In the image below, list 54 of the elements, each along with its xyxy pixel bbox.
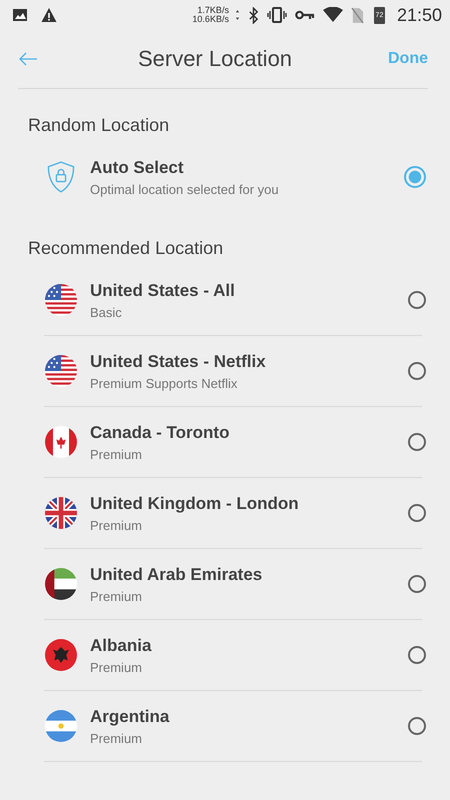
location-name: Albania: [90, 636, 152, 656]
flag-icon: [45, 426, 77, 458]
location-name: Auto Select: [90, 158, 185, 178]
shield-lock-icon: [47, 161, 75, 193]
image-icon: [12, 7, 28, 23]
flag-icon: [45, 568, 77, 600]
location-name: United Arab Emirates: [90, 564, 264, 584]
flag-icon: [45, 710, 77, 742]
location-item[interactable]: United Kingdom - London Premium: [44, 478, 422, 549]
location-item[interactable]: United States - Netflix Premium Supports Netflix: [44, 336, 422, 407]
radio-button[interactable]: [408, 504, 426, 522]
location-detail: Premium: [90, 588, 144, 604]
radio-button[interactable]: [408, 362, 426, 380]
clock-time: 21:50: [396, 4, 442, 26]
bluetooth-icon: [248, 6, 259, 24]
radio-button[interactable]: [408, 291, 426, 309]
section-heading: Recommended Location: [28, 238, 224, 259]
location-item[interactable]: Albania Premium: [44, 620, 422, 691]
radio-button[interactable]: [408, 717, 426, 735]
key-icon: [294, 10, 315, 20]
location-name: United States - Netflix: [90, 352, 267, 372]
location-name: Argentina: [90, 706, 170, 726]
location-detail: Premium: [90, 518, 144, 532]
flag-icon: [45, 284, 77, 316]
location-item[interactable]: United States - All Basic: [44, 265, 422, 336]
flag-icon: [45, 355, 77, 387]
location-item[interactable]: Argentina Premium: [44, 691, 422, 762]
vibrate-icon: [266, 7, 287, 23]
radio-button[interactable]: [408, 646, 426, 664]
location-detail: Premium Supports Netflix: [90, 376, 238, 390]
radio-button[interactable]: [408, 575, 426, 593]
location-name: Canada - Toronto: [90, 422, 230, 442]
upload-speed: 1.7KB/s: [197, 6, 229, 15]
screen-title: Server Location: [136, 46, 294, 72]
location-item[interactable]: United Arab Emirates Premium: [44, 549, 422, 620]
radio-button[interactable]: [408, 433, 426, 451]
location-detail: Basic: [90, 304, 123, 320]
radio-button[interactable]: [404, 166, 426, 188]
warning-icon: [40, 7, 58, 23]
no-sim-icon: [350, 6, 364, 24]
flag-icon: [45, 497, 77, 529]
wifi-icon: [322, 7, 343, 23]
location-detail: Premium: [90, 660, 144, 674]
transfer-arrows-icon: [234, 8, 240, 22]
location-name: United States - All: [90, 280, 236, 300]
location-name: United Kingdom - London: [90, 494, 300, 514]
location-detail: Premium: [90, 730, 144, 746]
location-item[interactable]: Canada - Toronto Premium: [44, 407, 422, 478]
download-speed: 10.6KB/s: [192, 15, 229, 24]
location-detail: Optimal location selected for you: [90, 182, 280, 196]
flag-icon: [45, 639, 77, 671]
location-detail: Premium: [90, 446, 144, 462]
section-heading: Random Location: [28, 115, 170, 136]
location-item[interactable]: Auto Select Optimal location selected for you: [44, 142, 422, 212]
